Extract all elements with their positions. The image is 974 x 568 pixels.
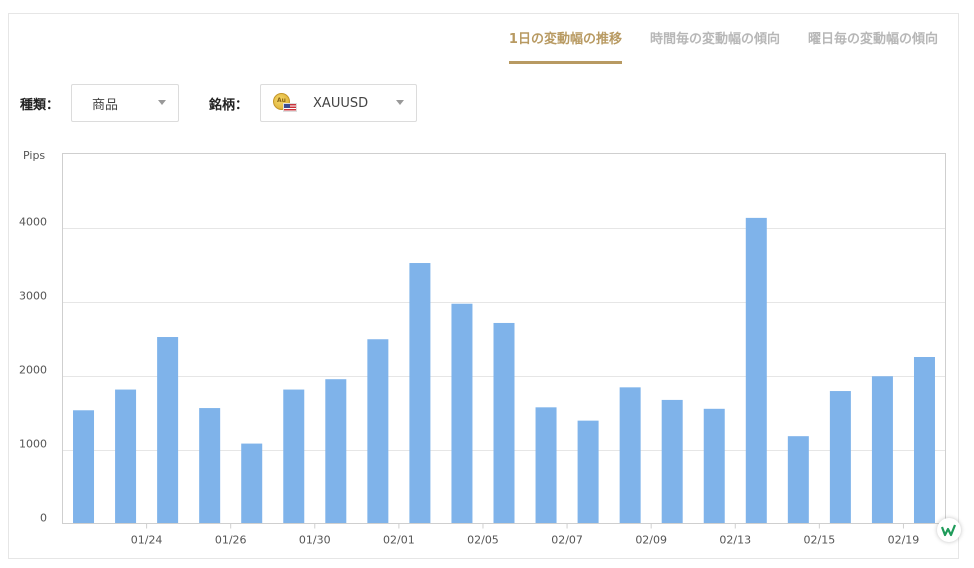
- bar-chart: Pips 0 1000 2000 3000 4000 01/24 01/26 01/30 02/…: [19, 149, 946, 547]
- x-tick-label: 02/05: [467, 534, 499, 547]
- y-axis-label: Pips: [23, 149, 45, 162]
- bar[interactable]: [367, 339, 389, 524]
- y-tick-label: 0: [40, 512, 47, 525]
- x-tick-label: 02/19: [888, 534, 920, 547]
- bar[interactable]: [535, 407, 557, 524]
- bar[interactable]: [661, 399, 683, 524]
- x-tick-label: 02/09: [635, 534, 667, 547]
- bar[interactable]: [283, 389, 305, 524]
- bar[interactable]: [703, 408, 725, 524]
- x-tick-label: 02/07: [551, 534, 583, 547]
- bar[interactable]: [73, 410, 95, 524]
- bar[interactable]: [619, 387, 641, 524]
- y-tick-label: 1000: [19, 438, 47, 451]
- bar[interactable]: [577, 420, 599, 524]
- y-tick-label: 2000: [19, 364, 47, 377]
- bar[interactable]: [325, 379, 347, 524]
- bar[interactable]: [451, 303, 473, 524]
- bar[interactable]: [913, 357, 935, 524]
- x-tick-label: 01/24: [131, 534, 163, 547]
- bar[interactable]: [871, 376, 893, 524]
- bar[interactable]: [493, 322, 515, 524]
- y-tick-label: 4000: [19, 216, 47, 229]
- bar[interactable]: [241, 443, 263, 524]
- x-tick-label: 01/26: [215, 534, 247, 547]
- trend-widget-icon[interactable]: [937, 518, 961, 542]
- bar[interactable]: [199, 408, 221, 524]
- bar[interactable]: [115, 389, 137, 524]
- bar[interactable]: [745, 217, 767, 524]
- bar[interactable]: [829, 391, 851, 524]
- x-tick-label: 02/15: [804, 534, 836, 547]
- bar[interactable]: [157, 337, 179, 524]
- bar[interactable]: [409, 263, 431, 524]
- x-tick-label: 02/01: [383, 534, 415, 547]
- x-tick-label: 02/13: [719, 534, 751, 547]
- bar[interactable]: [787, 436, 809, 524]
- y-tick-label: 3000: [19, 290, 47, 303]
- x-tick-label: 01/30: [299, 534, 331, 547]
